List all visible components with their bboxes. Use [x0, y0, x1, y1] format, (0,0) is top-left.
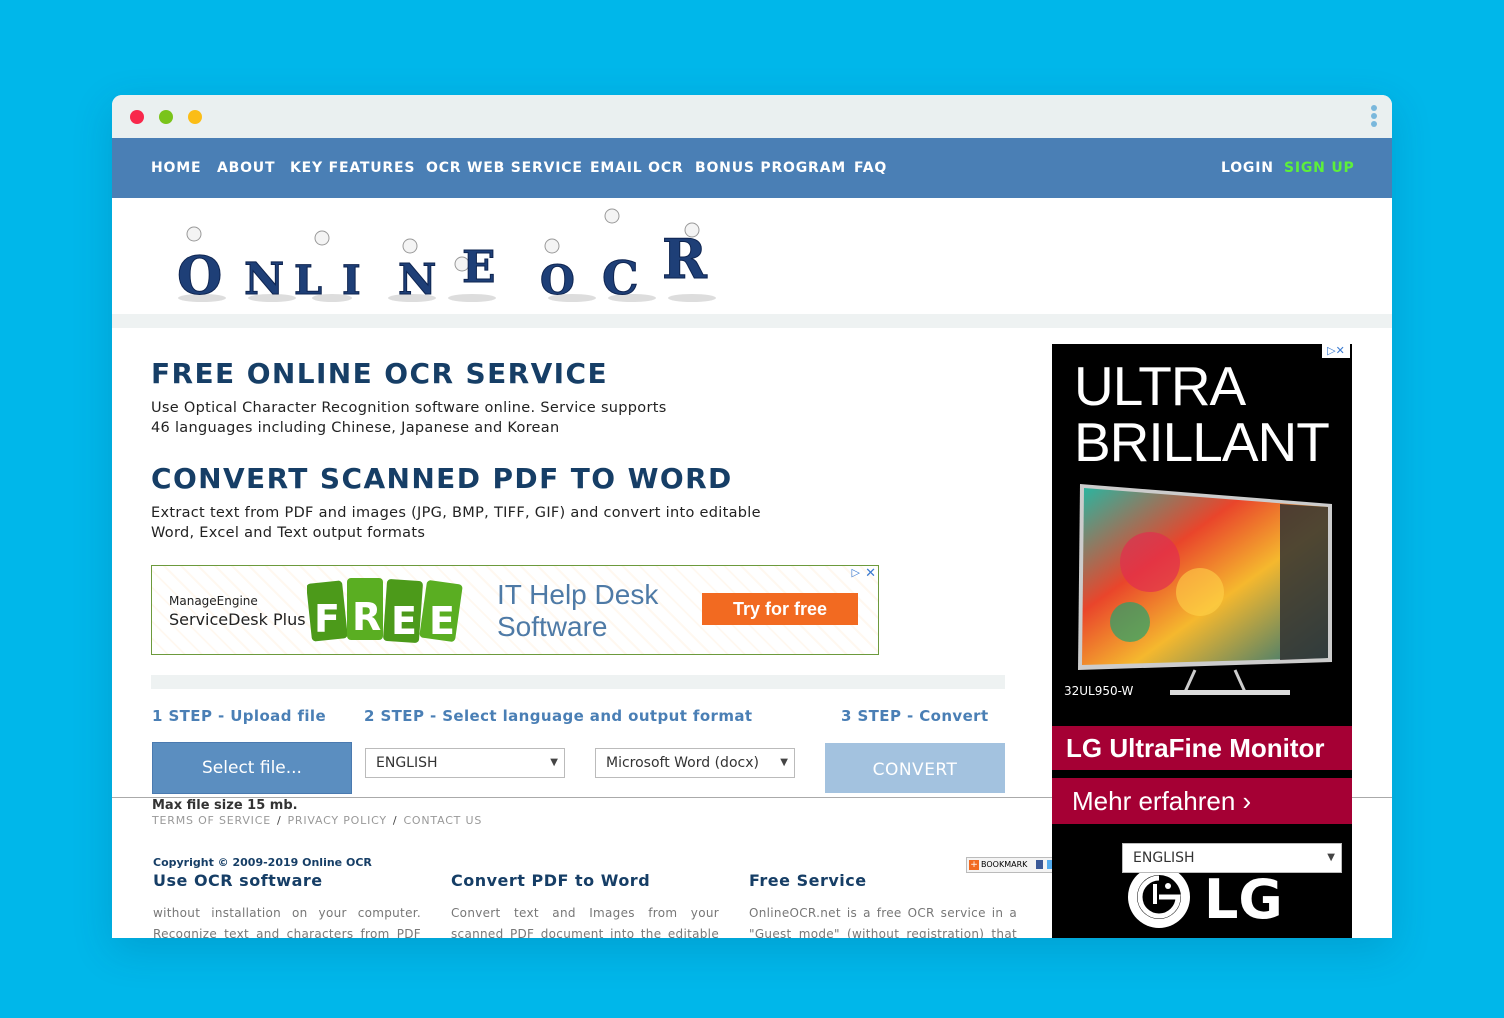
ad-title: IT Help Desk Software: [497, 579, 659, 642]
ad-close-icon[interactable]: ✕: [865, 566, 876, 581]
svg-text:E: E: [391, 599, 417, 643]
ad-model-number: 32UL950-W: [1064, 684, 1134, 698]
plus-icon: +: [969, 860, 979, 870]
adchoices-icon[interactable]: ▷: [852, 566, 860, 579]
feature-text-convert: Convert text and Images from your scanne…: [451, 906, 719, 938]
svg-text:E: E: [462, 242, 496, 293]
feature-title-use-ocr: Use OCR software: [153, 871, 323, 890]
language-select-value: ENGLISH: [376, 755, 438, 771]
window-titlebar: [112, 95, 1392, 138]
step-3-label: 3 STEP - Convert: [841, 707, 989, 725]
svg-text:LG: LG: [1204, 868, 1283, 930]
nav-ocr-web-service[interactable]: OCR WEB SERVICE: [426, 160, 583, 176]
banner-ad[interactable]: ▷ ✕ ManageEngine ServiceDesk Plus F R E …: [151, 565, 879, 655]
ad-cta-button[interactable]: Try for free: [702, 593, 858, 625]
copyright: Copyright © 2009-2019 Online OCR: [153, 856, 372, 869]
feature-text-free: OnlineOCR.net is a free OCR service in a…: [749, 906, 1017, 938]
svg-text:R: R: [662, 227, 708, 291]
svg-text:I: I: [342, 257, 361, 304]
format-select-value: Microsoft Word (docx): [606, 755, 759, 771]
intro-text: Use Optical Character Recognition softwa…: [151, 400, 667, 436]
feature-title-convert: Convert PDF to Word: [451, 871, 651, 890]
svg-text:N: N: [244, 254, 284, 304]
section-divider: [151, 675, 1005, 689]
login-link[interactable]: LOGIN: [1221, 160, 1274, 176]
privacy-link[interactable]: PRIVACY POLICY: [287, 814, 386, 827]
select-file-button[interactable]: Select file...: [152, 742, 352, 794]
ad-close-icon[interactable]: ▷✕: [1322, 344, 1350, 358]
step-1-label: 1 STEP - Upload file: [152, 707, 327, 725]
monitor-image: [1078, 484, 1332, 695]
facebook-icon: [1035, 860, 1043, 869]
section-title: CONVERT SCANNED PDF TO WORD: [151, 462, 733, 495]
ad-headline: ULTRA BRILLANT: [1074, 355, 1330, 473]
svg-text:E: E: [429, 599, 455, 643]
nav-key-features[interactable]: KEY FEATURES: [290, 160, 415, 176]
max-file-size-note: Max file size 15 mb.: [152, 798, 298, 813]
svg-text:C: C: [602, 251, 639, 304]
browser-window: HOME ABOUT KEY FEATURES OCR WEB SERVICE …: [112, 95, 1392, 938]
svg-text:R: R: [352, 595, 381, 639]
svg-text:L: L: [294, 257, 322, 304]
step-2-label: 2 STEP - Select language and output form…: [364, 707, 753, 725]
nav-home[interactable]: HOME: [151, 160, 201, 176]
page-title: FREE ONLINE OCR SERVICE: [151, 357, 608, 390]
svg-text:O: O: [540, 257, 575, 304]
convert-button[interactable]: CONVERT: [825, 743, 1005, 793]
nav-faq[interactable]: FAQ: [854, 160, 887, 176]
nav-email-ocr[interactable]: EMAIL OCR: [590, 160, 684, 176]
format-select[interactable]: Microsoft Word (docx) ▼: [595, 748, 795, 778]
chevron-down-icon: ▼: [550, 757, 558, 768]
minimize-window-button[interactable]: [159, 110, 173, 124]
close-window-button[interactable]: [130, 110, 144, 124]
bookmark-label: BOOKMARK: [981, 860, 1028, 869]
page-language-select[interactable]: ENGLISH ▼: [1122, 843, 1342, 873]
online-ocr-logo[interactable]: O N L I N E O C R: [172, 208, 772, 304]
chevron-down-icon: ▼: [780, 757, 788, 768]
feature-title-free: Free Service: [749, 871, 867, 890]
ad-product-band: LG UltraFine Monitor: [1052, 726, 1352, 770]
svg-text:F: F: [314, 597, 340, 641]
maximize-window-button[interactable]: [188, 110, 202, 124]
ad-product: ServiceDesk Plus: [169, 610, 306, 629]
terms-link[interactable]: TERMS OF SERVICE: [152, 814, 271, 827]
ad-brand: ManageEngine: [169, 594, 258, 608]
contact-link[interactable]: CONTACT US: [403, 814, 482, 827]
logo-area: O N L I N E O C R: [112, 198, 1392, 314]
lg-logo: LG: [1128, 866, 1283, 930]
svg-text:N: N: [398, 255, 436, 304]
top-navbar: HOME ABOUT KEY FEATURES OCR WEB SERVICE …: [112, 138, 1392, 198]
signup-link[interactable]: SIGN UP: [1284, 160, 1355, 176]
free-tag-graphic: F R E E: [307, 578, 463, 643]
feature-text-use-ocr: without installation on your computer. R…: [153, 906, 421, 938]
section-text: Extract text from PDF and images (JPG, B…: [151, 505, 761, 541]
logo-divider: [112, 314, 1392, 328]
page-language-value: ENGLISH: [1133, 850, 1195, 866]
ad-cta-band[interactable]: Mehr erfahren ›: [1052, 778, 1352, 824]
kebab-menu-icon[interactable]: [1370, 105, 1378, 131]
language-select[interactable]: ENGLISH ▼: [365, 748, 565, 778]
footer-links: TERMS OF SERVICE / PRIVACY POLICY / CONTACT …: [152, 814, 483, 827]
nav-bonus-program[interactable]: BONUS PROGRAM: [695, 160, 846, 176]
nav-about[interactable]: ABOUT: [217, 160, 275, 176]
chevron-down-icon: ▼: [1327, 852, 1335, 863]
svg-text:O: O: [177, 246, 222, 304]
